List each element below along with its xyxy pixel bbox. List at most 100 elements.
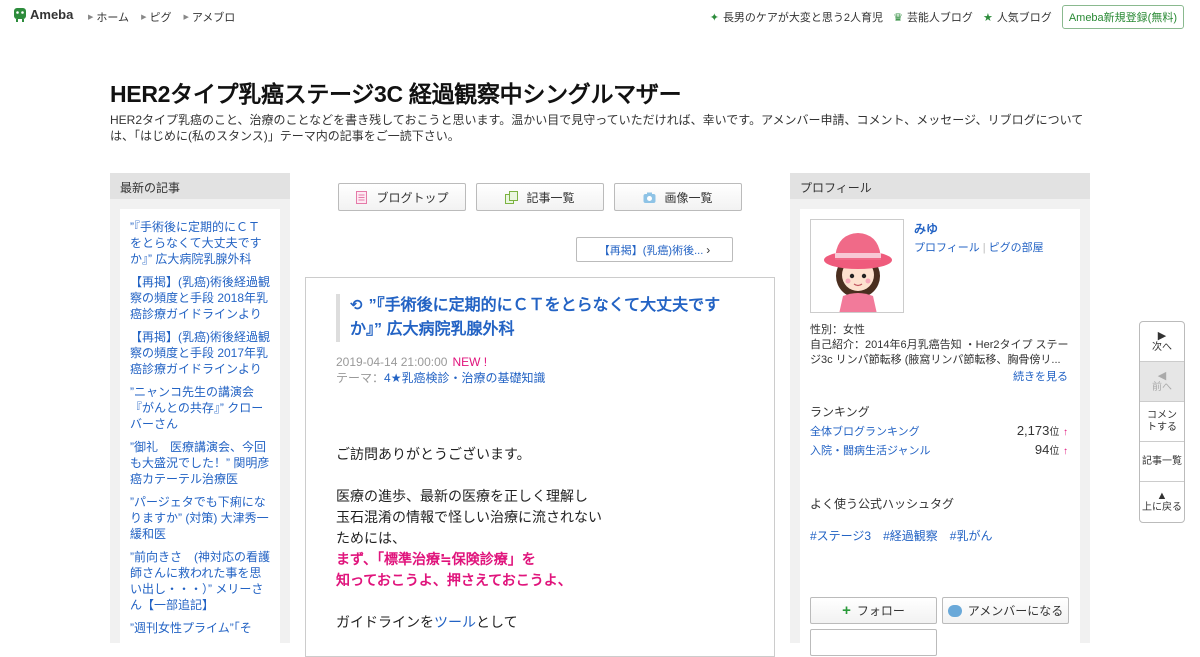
nav-ameblo-label: アメブロ [191,12,236,24]
back-to-top-button[interactable]: ▲ 上に戻る [1140,482,1184,522]
recent-entries-list: ”『手術後に定期的にＣＴをとらなくて大丈夫ですか』” 広大病院乳腺外科 【再掲】… [120,209,280,649]
image-list-button[interactable]: 画像一覧 [614,183,742,211]
ameba-logo[interactable]: Ameba [13,6,73,23]
arrow-up-icon: ↑ [1063,446,1068,457]
hashtag-list: #ステージ3 #経過観察 #乳がん [810,527,992,544]
prev-entry-button[interactable]: ◀ 前へ [1140,362,1184,402]
recent-entry[interactable]: ”前向きさ (神対応の看護師さんに救われた事を思い出し・・・）” メリーさん【一… [130,549,270,613]
comment-button[interactable]: コメントする [1140,402,1184,442]
new-badge: NEW ! [452,355,488,369]
recent-entry[interactable]: ”『手術後に定期的にＣＴをとらなくて大丈夫ですか』” 広大病院乳腺外科 [130,219,270,267]
blog-nav-buttons: ブログトップ 記事一覧 画像一覧 [338,183,742,211]
recent-entries-panel: 最新の記事 ”『手術後に定期的にＣＴをとらなくて大丈夫ですか』” 広大病院乳腺外… [110,173,290,649]
reblog-icon: ⟲ [350,297,363,314]
register-button[interactable]: Ameba新規登録(無料) [1061,5,1184,29]
recent-entry[interactable]: ”御礼 医療講演会、今回も大盛況でした！” 関明彦癌カテーテル治療医 [130,439,270,487]
theme-label: テーマ： [336,371,385,385]
nav-home[interactable]: ▶ ホーム [88,9,129,25]
emphasis-line: 知っておこうよ、押さえておこうよ、 [336,572,572,588]
ranking-heading: ランキング [810,405,870,419]
copy-icon [505,190,519,204]
star-icon: ★ [982,11,993,24]
nav-ameblo[interactable]: ▶ アメブロ [183,9,235,25]
profile-link[interactable]: プロフィール [914,242,980,254]
ranking-unit: 位 [1049,427,1060,438]
article-title[interactable]: ⟲ ”『手術後に定期的にＣＴをとらなくて大丈夫ですか』” 広大病院乳腺外科 [350,294,746,342]
blog-title[interactable]: HER2タイプ乳癌ステージ3C 経過観察中シングルマザー [110,75,682,109]
separator: | [982,242,986,254]
chevron-right-icon: › [706,242,711,257]
prev-label: 前へ [1152,381,1172,393]
previous-entry-button[interactable]: 【再掲】(乳癌)術後... › [576,237,733,262]
trending-link[interactable]: ✦ 長男のケアが大変と思う2人育児 [710,9,883,25]
ranking-row: 入院・闘病生活ジャンル 94位 ↑ [810,442,1068,458]
entry-list-button[interactable]: 記事一覧 [476,183,604,211]
profile-name[interactable]: みゆ [914,220,938,237]
avatar[interactable] [810,219,904,313]
follow-button[interactable]: + フォロー [810,597,937,624]
amember-button[interactable]: アメンバーになる [942,597,1069,624]
ranking-unit: 位 [1049,446,1060,457]
plus-icon: + [842,602,851,619]
top-nav: ▶ ホーム ▶ ピグ ▶ アメブロ [88,9,235,25]
recent-entry[interactable]: ”パージェタでも下痢になりますか” (対策) 大津秀一緩和医 [130,494,270,542]
logo-text: Ameba [30,7,74,22]
comment-label: コメントする [1147,409,1177,433]
top-bar: Ameba ▶ ホーム ▶ ピグ ▶ アメブロ ✦ 長男のケアが大変と思う2人育児 ♛ 芸… [0,0,1200,30]
arrow-up-icon: ↑ [1063,427,1068,438]
play-icon: ▶ [1157,329,1167,342]
next-entry-button[interactable]: ▶ 次へ [1140,322,1184,362]
celebrity-blog-link[interactable]: ♛ 芸能人ブログ [893,9,973,25]
triangle-right-icon: ▶ [183,14,189,21]
hashtag-link[interactable]: #経過観察 [883,527,938,544]
back-to-top-label: 上に戻る [1142,502,1182,513]
body-line: 医療の進歩、最新の医療を正しく理解し [336,488,588,504]
follow-label: フォロー [856,604,905,618]
nav-pigg[interactable]: ▶ ピグ [141,9,171,25]
trending-label: 長男のケアが大変と思う2人育児 [722,12,884,24]
blog-description: HER2タイプ乳癌のこと、治療のことなどを書き残しておこうと思います。温かい目で… [110,113,1084,143]
document-icon [355,190,368,204]
triangle-up-icon: ▲ [1156,490,1168,502]
profile-intro: 自己紹介：2014年6月乳癌告知 ・Her2タイプ ステージ3c リンパ節転移 … [810,339,1069,366]
article: ⟲ ”『手術後に定期的にＣＴをとらなくて大丈夫ですか』” 広大病院乳腺外科 201… [305,277,775,657]
body-line: ご訪問ありがとうございます。 [336,446,531,462]
ranking-row: 全体ブログランキング 2,173位 ↑ [810,423,1068,439]
sparkle-icon: ✦ [709,11,719,24]
hashtag-link[interactable]: #ステージ3 [810,527,871,544]
read-more-link[interactable]: 続きを見る [1013,368,1068,384]
body-line: ためには、 [336,530,406,546]
hashtag-link[interactable]: #乳がん [950,527,993,544]
recent-entry[interactable]: 【再掲】(乳癌)術後経過観察の頻度と手段 2017年乳癌診療ガイドラインより [130,329,270,377]
celebrity-blog-label: 芸能人ブログ [906,12,973,24]
ranking-value: 94位 ↑ [1035,442,1068,458]
popular-blog-link[interactable]: ★ 人気ブログ [983,9,1052,25]
amember-label: アメンバーになる [967,604,1064,618]
triangle-right-icon: ▶ [88,14,94,21]
tool-link[interactable]: ツール [434,614,476,630]
side-entry-list-button[interactable]: 記事一覧 [1140,442,1184,482]
genre-ranking-link[interactable]: 入院・闘病生活ジャンル [810,442,930,458]
pigg-room-link[interactable]: ピグの部屋 [989,242,1044,254]
recent-entry[interactable]: ”週刊女性プライム”「そ [130,620,270,636]
image-list-label: 画像一覧 [664,190,713,205]
recent-entry[interactable]: 【再掲】(乳癌)術後経過観察の頻度と手段 2018年乳癌診療ガイドラインより [130,274,270,322]
theme-link[interactable]: 4★乳癌検診・治療の基礎知識 [384,371,545,385]
article-meta: 2019-04-14 21:00:00 NEW ! テーマ：4★乳癌検診・治療の基… [336,354,545,386]
body-line: 玉石混淆の情報で怪しい治療に流されない [336,509,602,525]
chat-bubble-icon [947,604,962,617]
previous-entry-label: 【再掲】(乳癌)術後... [598,244,704,257]
emphasis-line: まず、「標準治療≒保険診療」を [336,551,536,567]
ranking-value: 2,173位 ↑ [1017,423,1068,439]
body-text: として [476,614,518,630]
article-title-box: ⟲ ”『手術後に定期的にＣＴをとらなくて大丈夫ですか』” 広大病院乳腺外科 [336,294,746,342]
recent-entry[interactable]: ”ニャンコ先生の講演会『がんとの共存』” クローバーさん [130,384,270,432]
more-button[interactable] [810,629,937,656]
next-label: 次へ [1152,341,1172,353]
blog-top-button[interactable]: ブログトップ [338,183,466,211]
side-entry-list-label: 記事一覧 [1142,455,1182,467]
blog-top-label: ブログトップ [376,190,449,205]
overall-ranking-link[interactable]: 全体ブログランキング [810,423,920,439]
